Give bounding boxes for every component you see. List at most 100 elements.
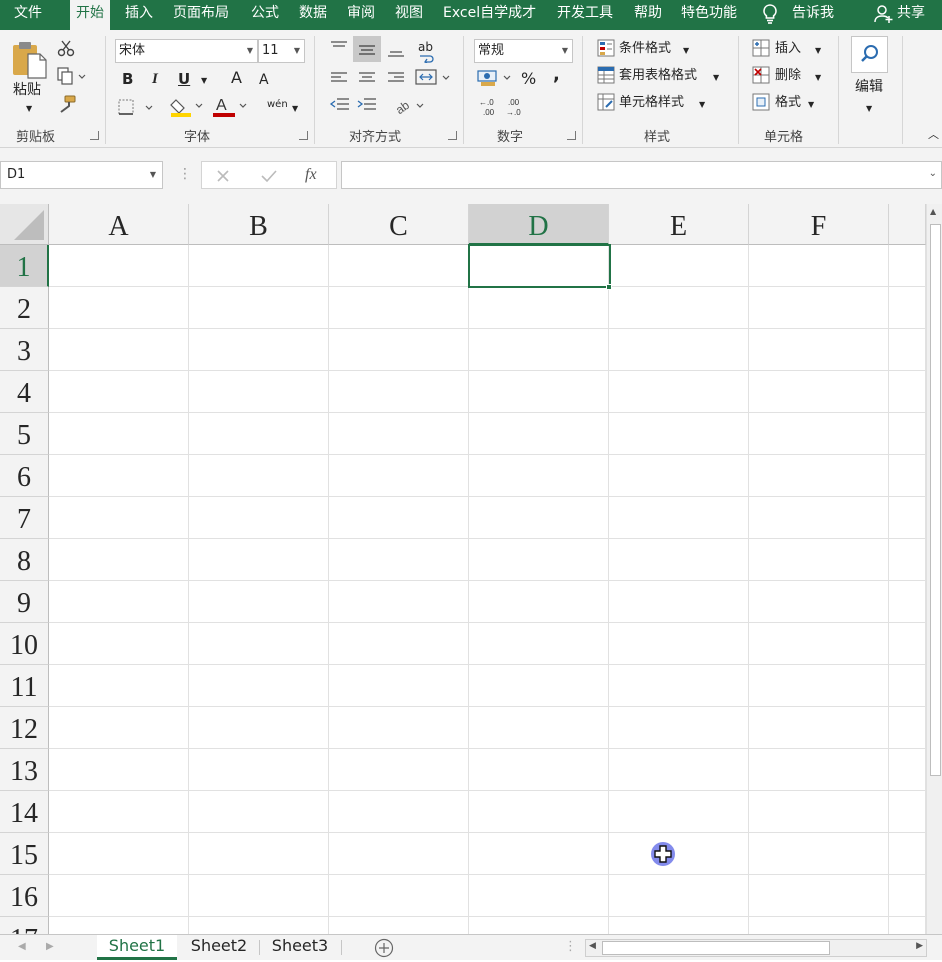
row-header-11[interactable]: 11 (0, 665, 49, 707)
grid-cell[interactable] (189, 791, 329, 833)
grid-cell[interactable] (329, 707, 469, 749)
row-header-17[interactable]: 17 (0, 917, 49, 934)
row-header-2[interactable]: 2 (0, 287, 49, 329)
scroll-sheets-right-icon[interactable]: ▶ (46, 938, 54, 956)
font-color-icon[interactable]: A (212, 96, 250, 122)
grid-cell[interactable] (889, 875, 926, 917)
tab-developer[interactable]: 开发工具 (557, 0, 613, 30)
editing-button[interactable]: 编辑 (855, 78, 883, 96)
paste-icon[interactable] (10, 40, 48, 84)
grid-cell[interactable] (749, 791, 889, 833)
grid-cell[interactable] (469, 329, 609, 371)
grid-cell[interactable] (329, 833, 469, 875)
grid-cell[interactable] (749, 581, 889, 623)
fill-color-icon[interactable] (170, 96, 206, 122)
grid-cell[interactable] (329, 413, 469, 455)
tab-review[interactable]: 审阅 (347, 0, 375, 30)
grid-cell[interactable] (49, 329, 189, 371)
italic-button[interactable]: I (152, 70, 158, 88)
grid-cell[interactable] (889, 539, 926, 581)
grid-cell[interactable] (329, 497, 469, 539)
conditional-formatting-button[interactable]: 条件格式 (619, 40, 671, 58)
editing-dropdown-icon[interactable]: ▼ (866, 100, 872, 118)
grid-cell[interactable] (469, 875, 609, 917)
format-as-table-icon[interactable] (597, 66, 615, 88)
grid-cell[interactable] (749, 749, 889, 791)
cell-styles-button[interactable]: 单元格样式 (619, 94, 684, 112)
grid-cell[interactable] (469, 707, 609, 749)
bold-button[interactable]: B (122, 70, 133, 88)
grid-cell[interactable] (469, 665, 609, 707)
grid-cell[interactable] (49, 581, 189, 623)
grid-cell[interactable] (329, 287, 469, 329)
grid-cell[interactable] (889, 665, 926, 707)
align-center-icon[interactable] (357, 70, 377, 90)
grid-cell[interactable] (329, 875, 469, 917)
grid-cell[interactable] (609, 665, 749, 707)
grid-cell[interactable] (889, 623, 926, 665)
grid-cell[interactable] (749, 623, 889, 665)
row-header-10[interactable]: 10 (0, 623, 49, 665)
grid-cell[interactable] (189, 455, 329, 497)
format-as-table-button[interactable]: 套用表格格式 (619, 67, 697, 85)
grid-cell[interactable] (749, 245, 889, 287)
grid-cell[interactable] (189, 329, 329, 371)
grid-cell[interactable] (469, 539, 609, 581)
grid-cell[interactable] (609, 791, 749, 833)
grid-cell[interactable] (329, 665, 469, 707)
grid-cell[interactable] (469, 455, 609, 497)
sheet-tab-sheet3[interactable]: Sheet3 (262, 935, 338, 960)
grid-cell[interactable] (329, 917, 469, 934)
tab-formulas[interactable]: 公式 (251, 0, 279, 30)
grid-cell[interactable] (189, 581, 329, 623)
grid-cell[interactable] (609, 497, 749, 539)
grid-cell[interactable] (469, 413, 609, 455)
increase-indent-icon[interactable] (356, 96, 378, 118)
grid-cell[interactable] (609, 623, 749, 665)
grid-cell[interactable] (49, 371, 189, 413)
column-header-e[interactable]: E (609, 204, 749, 245)
tell-me-search[interactable]: 告诉我 (792, 0, 834, 30)
tab-page-layout[interactable]: 页面布局 (173, 0, 229, 30)
grid-cell[interactable] (749, 413, 889, 455)
tab-excel-self-study[interactable]: Excel自学成才 (443, 0, 536, 30)
row-header-13[interactable]: 13 (0, 749, 49, 791)
column-header-d[interactable]: D (469, 204, 609, 245)
grid-cell[interactable] (609, 455, 749, 497)
borders-icon[interactable] (117, 98, 157, 120)
grid-cell[interactable] (49, 539, 189, 581)
accounting-format-icon[interactable] (476, 68, 516, 92)
row-header-8[interactable]: 8 (0, 539, 49, 581)
font-dialog-launcher[interactable] (299, 131, 308, 140)
grid-cell[interactable] (889, 497, 926, 539)
grid-cell[interactable] (749, 455, 889, 497)
new-sheet-icon[interactable] (374, 938, 394, 962)
row-header-7[interactable]: 7 (0, 497, 49, 539)
grid-cell[interactable] (329, 455, 469, 497)
conditional-formatting-dropdown-icon[interactable]: ▼ (683, 42, 689, 60)
format-cells-dropdown-icon[interactable]: ▼ (808, 96, 814, 114)
number-format-select[interactable]: 常规 ▼ (474, 39, 573, 63)
grid-cell[interactable] (749, 329, 889, 371)
grid-cell[interactable] (189, 917, 329, 934)
find-search-icon[interactable] (851, 36, 888, 73)
grid-cell[interactable] (609, 539, 749, 581)
column-header-f[interactable]: F (749, 204, 889, 245)
grid-cell[interactable] (49, 245, 189, 287)
format-as-table-dropdown-icon[interactable]: ▼ (713, 69, 719, 87)
grid-cell[interactable] (49, 623, 189, 665)
grid-cell[interactable] (609, 917, 749, 934)
grid-cell[interactable] (189, 749, 329, 791)
grid-cell[interactable] (749, 371, 889, 413)
grid-cell[interactable] (329, 329, 469, 371)
grid-cell[interactable] (49, 875, 189, 917)
align-right-icon[interactable] (386, 70, 406, 90)
grid-cell[interactable] (889, 455, 926, 497)
paste-dropdown-icon[interactable]: ▼ (26, 100, 32, 118)
row-header-15[interactable]: 15 (0, 833, 49, 875)
row-header-14[interactable]: 14 (0, 791, 49, 833)
insert-function-button[interactable]: fx (305, 166, 317, 184)
column-header-a[interactable]: A (49, 204, 189, 245)
grid-cell[interactable] (889, 329, 926, 371)
tab-file[interactable]: 文件 (14, 0, 42, 30)
